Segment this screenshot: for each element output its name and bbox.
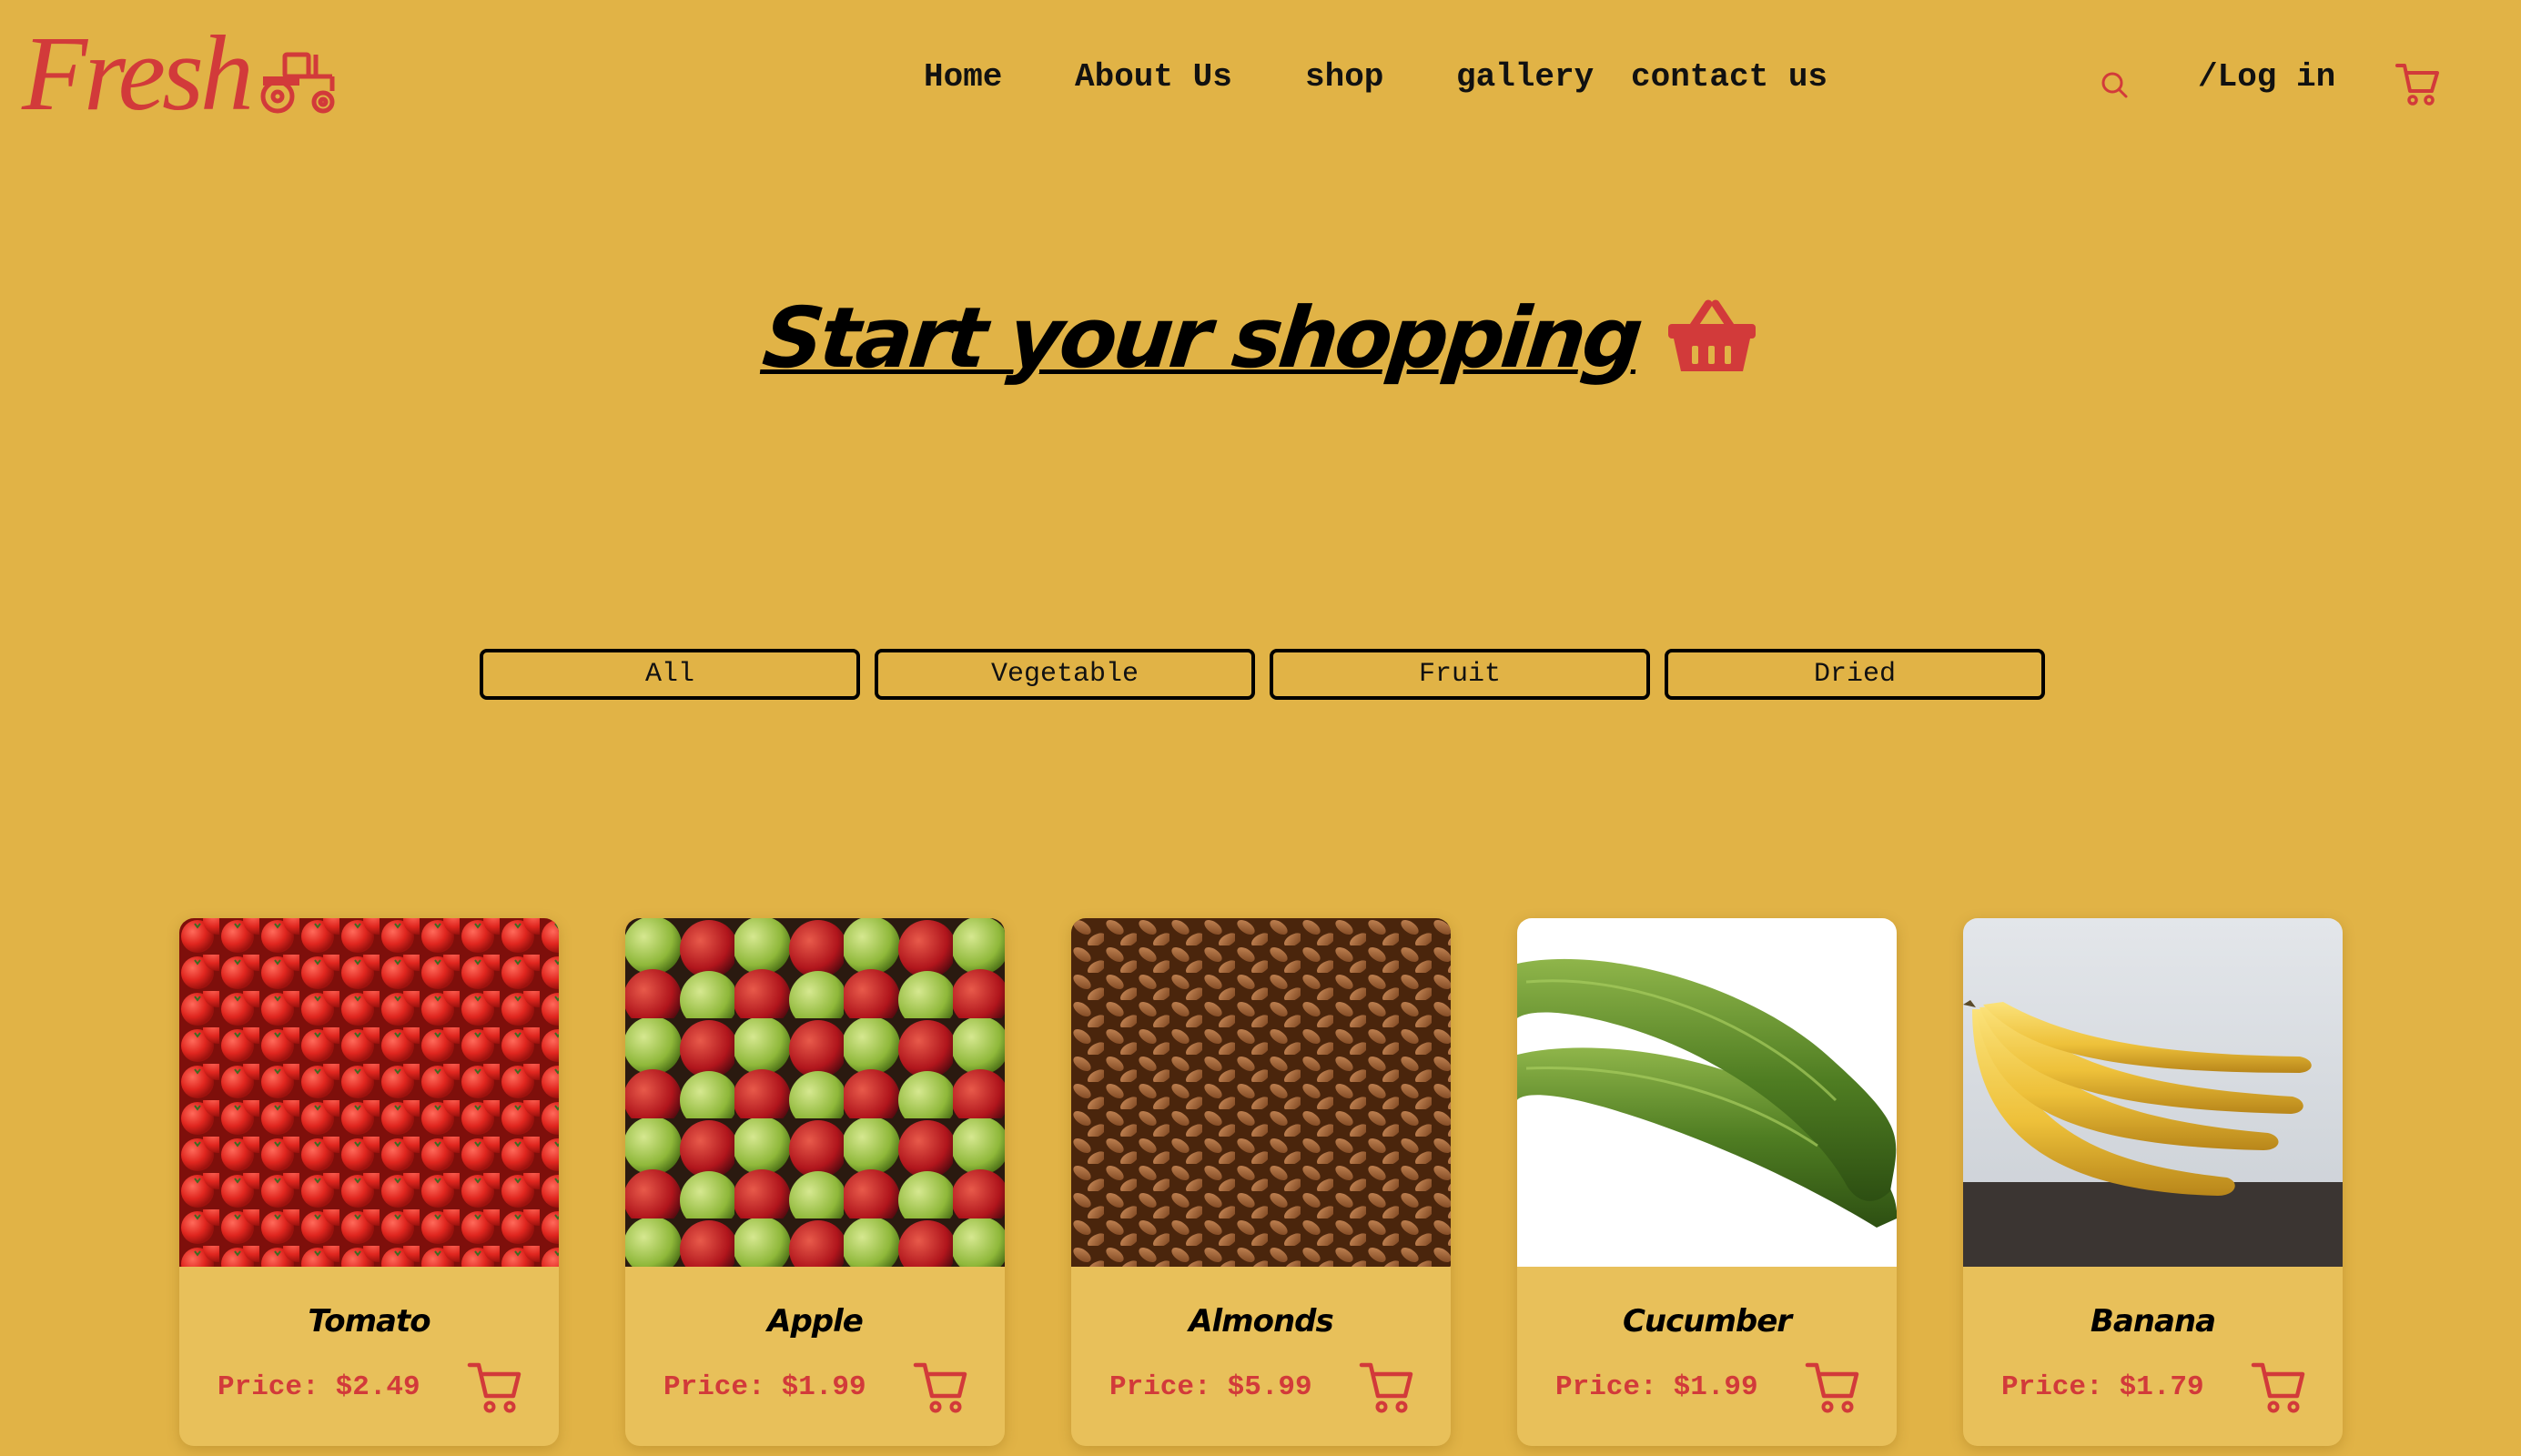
- price-value: $5.99: [1227, 1370, 1312, 1403]
- search-icon[interactable]: [2099, 69, 2130, 100]
- hero-title: Start your shopping: [758, 289, 1645, 387]
- apples-photo: [625, 918, 1005, 1267]
- bananas-photo: [1963, 918, 2343, 1267]
- nav-shop[interactable]: shop: [1305, 58, 1383, 96]
- product-name: Cucumber: [1622, 1303, 1792, 1340]
- product-price: Price: $1.99: [1555, 1371, 1758, 1403]
- filter-all-button[interactable]: All: [480, 649, 860, 700]
- price-value: $1.99: [781, 1370, 866, 1403]
- price-label: Price:: [1109, 1370, 1211, 1403]
- price-label: Price:: [1555, 1370, 1657, 1403]
- product-name: Apple: [767, 1303, 864, 1340]
- product-name: Almonds: [1189, 1303, 1334, 1340]
- product-price: Price: $5.99: [1109, 1371, 1312, 1403]
- product-card[interactable]: Tomato Price: $2.49: [179, 918, 559, 1446]
- nav-about-us[interactable]: About Us: [1075, 58, 1232, 96]
- price-value: $1.79: [2119, 1370, 2204, 1403]
- login-link[interactable]: /Log in: [2198, 58, 2335, 96]
- nav-gallery[interactable]: gallery: [1456, 58, 1594, 96]
- add-to-cart-icon[interactable]: [1358, 1360, 1416, 1414]
- product-name: Banana: [2090, 1303, 2216, 1340]
- product-price: Price: $1.99: [663, 1371, 866, 1403]
- price-value: $1.99: [1673, 1370, 1758, 1403]
- product-card[interactable]: Apple Price: $1.99: [625, 918, 1005, 1446]
- filter-fruit-button[interactable]: Fruit: [1270, 649, 1650, 700]
- almonds-photo: [1071, 918, 1451, 1267]
- filter-vegetable-button[interactable]: Vegetable: [875, 649, 1255, 700]
- add-to-cart-icon[interactable]: [912, 1360, 970, 1414]
- cucumbers-photo: [1517, 918, 1897, 1267]
- category-filters: All Vegetable Fruit Dried: [480, 649, 2045, 700]
- cart-icon[interactable]: [2394, 60, 2441, 107]
- price-value: $2.49: [335, 1370, 420, 1403]
- product-name: Tomato: [308, 1303, 430, 1340]
- product-price: Price: $2.49: [218, 1371, 420, 1403]
- add-to-cart-icon[interactable]: [1804, 1360, 1862, 1414]
- price-label: Price:: [2001, 1370, 2103, 1403]
- price-label: Price:: [663, 1370, 765, 1403]
- filter-dried-button[interactable]: Dried: [1665, 649, 2045, 700]
- product-price: Price: $1.79: [2001, 1371, 2204, 1403]
- add-to-cart-icon[interactable]: [2250, 1360, 2308, 1414]
- main-nav: Home About Us shop gallery contact us: [0, 58, 2521, 109]
- product-card[interactable]: Banana Price: $1.79: [1963, 918, 2343, 1446]
- product-card[interactable]: Cucumber Price: $1.99: [1517, 918, 1897, 1446]
- product-grid: Tomato Price: $2.49 Apple Price: $1.99 A…: [179, 918, 2343, 1446]
- nav-home[interactable]: Home: [924, 58, 1002, 96]
- basket-icon: [1667, 299, 1756, 371]
- nav-contact-us[interactable]: contact us: [1631, 58, 1827, 96]
- hero: Start your shopping: [0, 289, 2521, 387]
- product-card[interactable]: Almonds Price: $5.99: [1071, 918, 1451, 1446]
- tomatoes-photo: [179, 918, 559, 1267]
- price-label: Price:: [218, 1370, 319, 1403]
- add-to-cart-icon[interactable]: [466, 1360, 524, 1414]
